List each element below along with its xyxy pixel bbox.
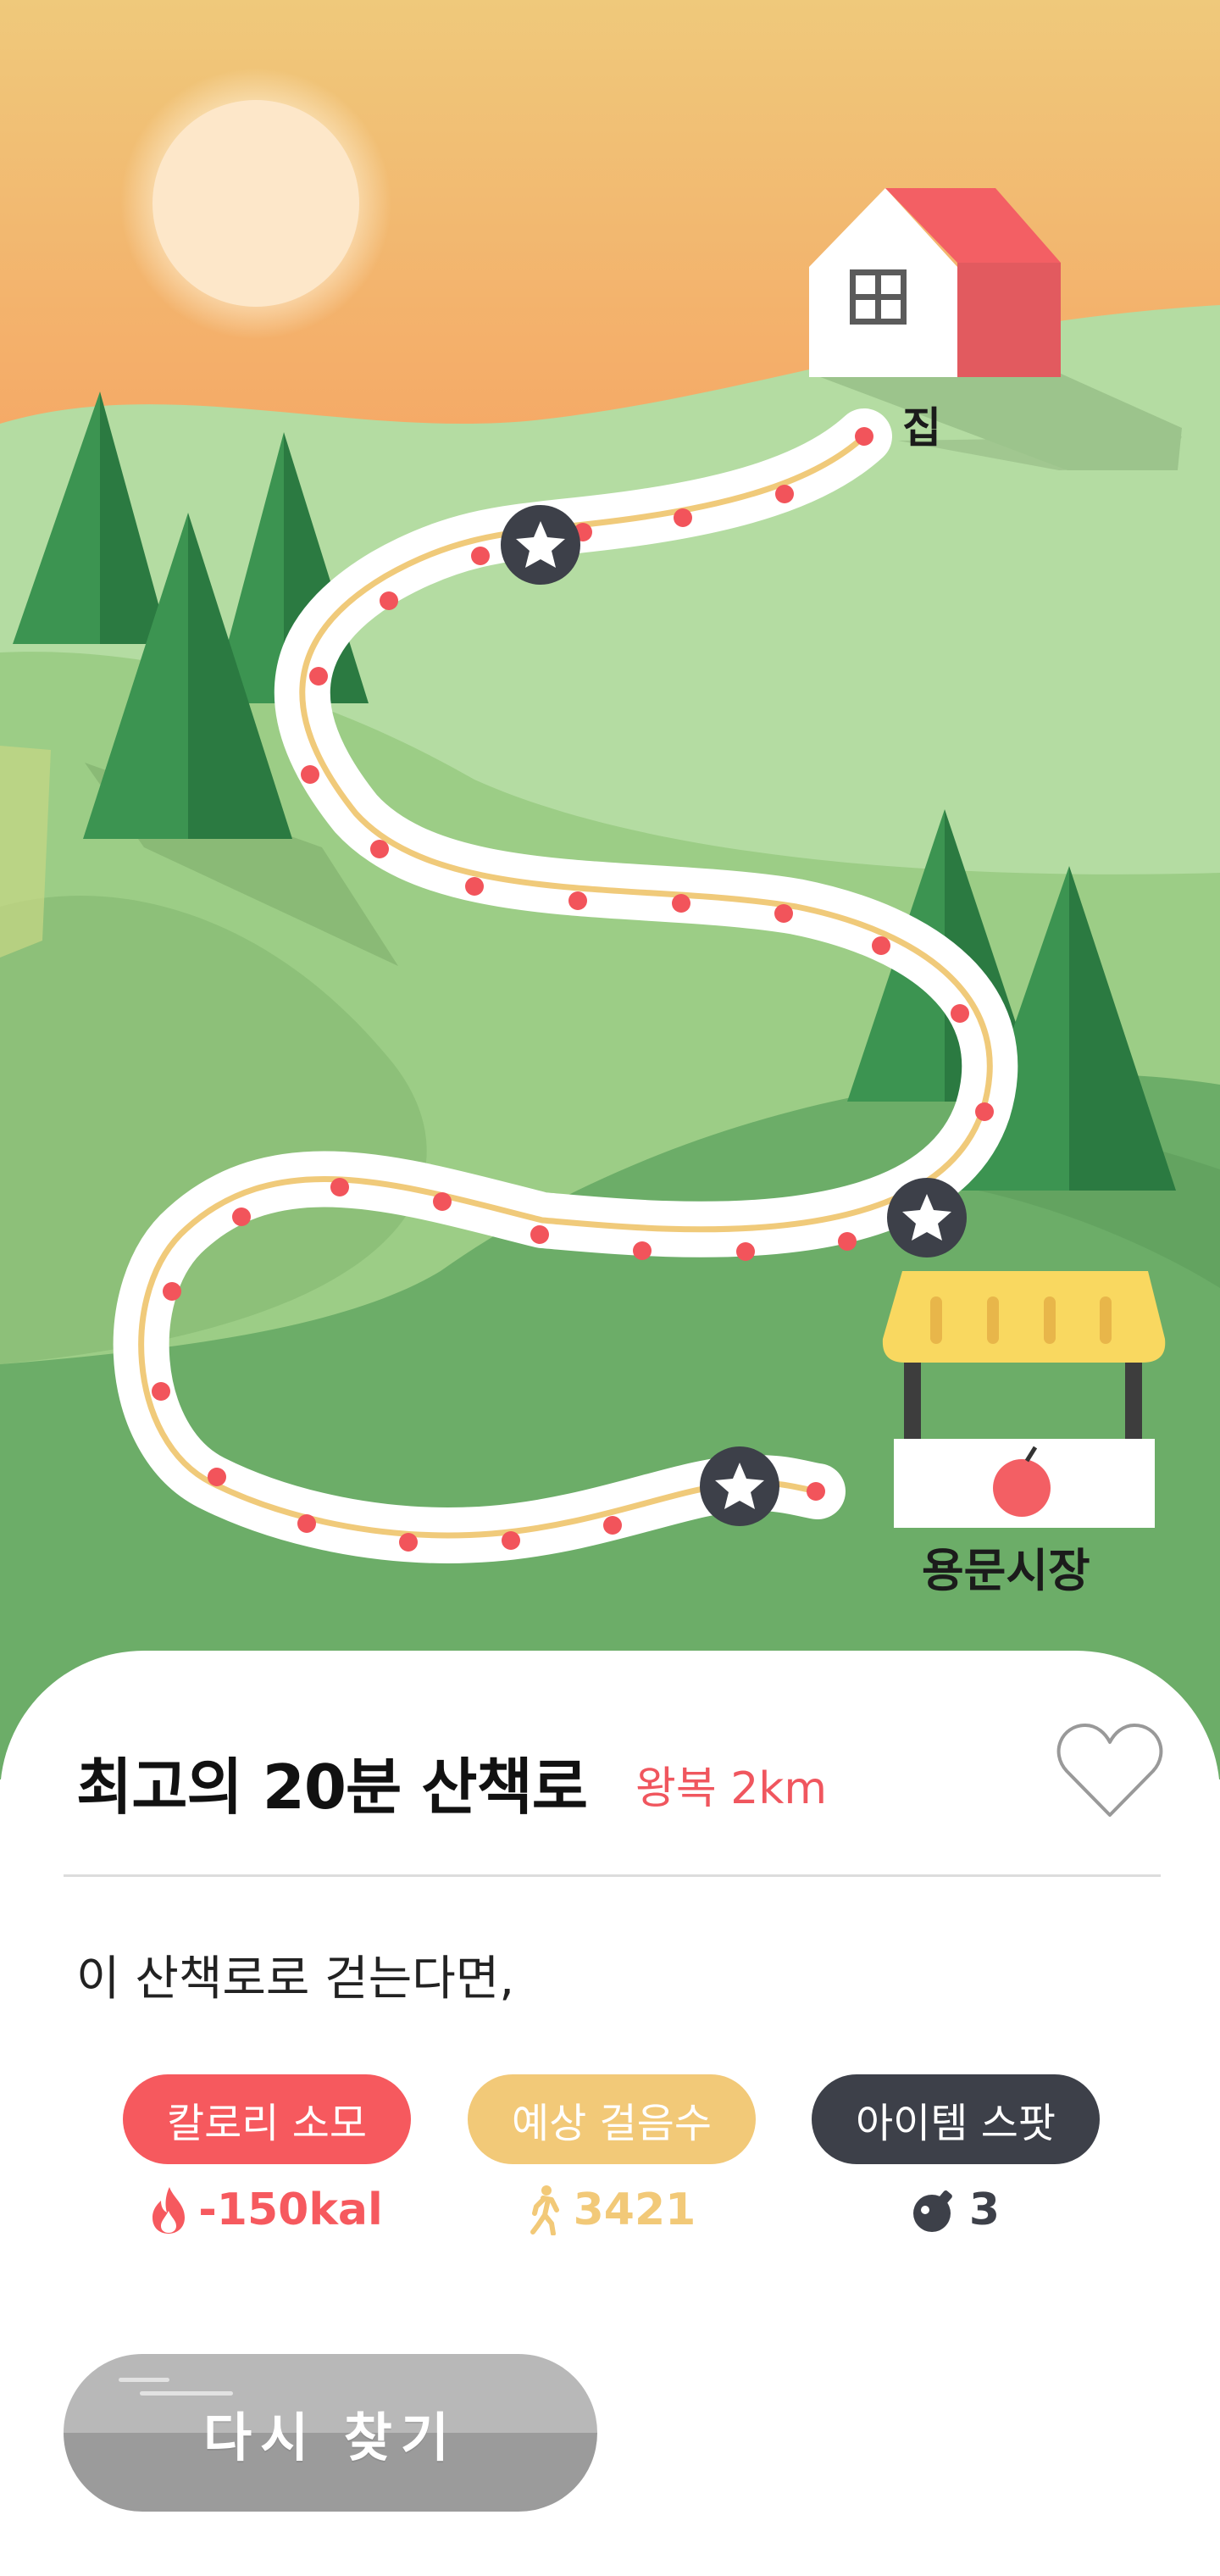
steps-pill: 예상 걸음수 bbox=[468, 2074, 756, 2164]
heart-icon[interactable] bbox=[1055, 1720, 1165, 1822]
divider bbox=[64, 1874, 1161, 1877]
items-value-row: 3 bbox=[812, 2185, 1100, 2235]
route-title: 최고의 20분 산책로 bbox=[76, 1752, 588, 1823]
calories-value: -150kal bbox=[198, 2185, 383, 2235]
retry-button[interactable]: 다시 찾기 bbox=[64, 2354, 597, 2512]
item-spot-star-icon[interactable] bbox=[501, 505, 580, 585]
calories-pill: 칼로리 소모 bbox=[123, 2074, 411, 2164]
flame-icon bbox=[152, 2187, 186, 2234]
items-pill: 아이템 스팟 bbox=[812, 2074, 1100, 2164]
sun bbox=[152, 100, 359, 307]
walking-route-map: 집 용문시장 bbox=[0, 0, 1220, 1779]
market-label: 용문시장 bbox=[922, 1544, 1090, 1597]
item-spot-star-icon[interactable] bbox=[887, 1178, 967, 1257]
button-shine bbox=[119, 2378, 169, 2382]
route-subtitle: 이 산책로로 걷는다면, bbox=[76, 1951, 515, 2007]
apple-icon bbox=[993, 1459, 1051, 1517]
calories-value-row: -150kal bbox=[123, 2185, 411, 2235]
retry-button-label: 다시 찾기 bbox=[203, 2407, 458, 2468]
button-shine bbox=[140, 2391, 233, 2396]
walking-person-icon bbox=[530, 2185, 559, 2235]
bomb-icon bbox=[912, 2190, 952, 2232]
home-label: 집 bbox=[902, 403, 941, 452]
item-spot-star-icon[interactable] bbox=[700, 1446, 779, 1526]
stat-items: 아이템 스팟 3 bbox=[812, 2074, 1100, 2235]
steps-value-row: 3421 bbox=[468, 2185, 756, 2235]
stat-calories: 칼로리 소모 -150kal bbox=[123, 2074, 411, 2235]
route-distance: 왕복 2km bbox=[635, 1763, 828, 1814]
steps-value: 3421 bbox=[573, 2185, 696, 2235]
stat-steps: 예상 걸음수 3421 bbox=[468, 2074, 756, 2235]
items-value: 3 bbox=[968, 2185, 1001, 2235]
